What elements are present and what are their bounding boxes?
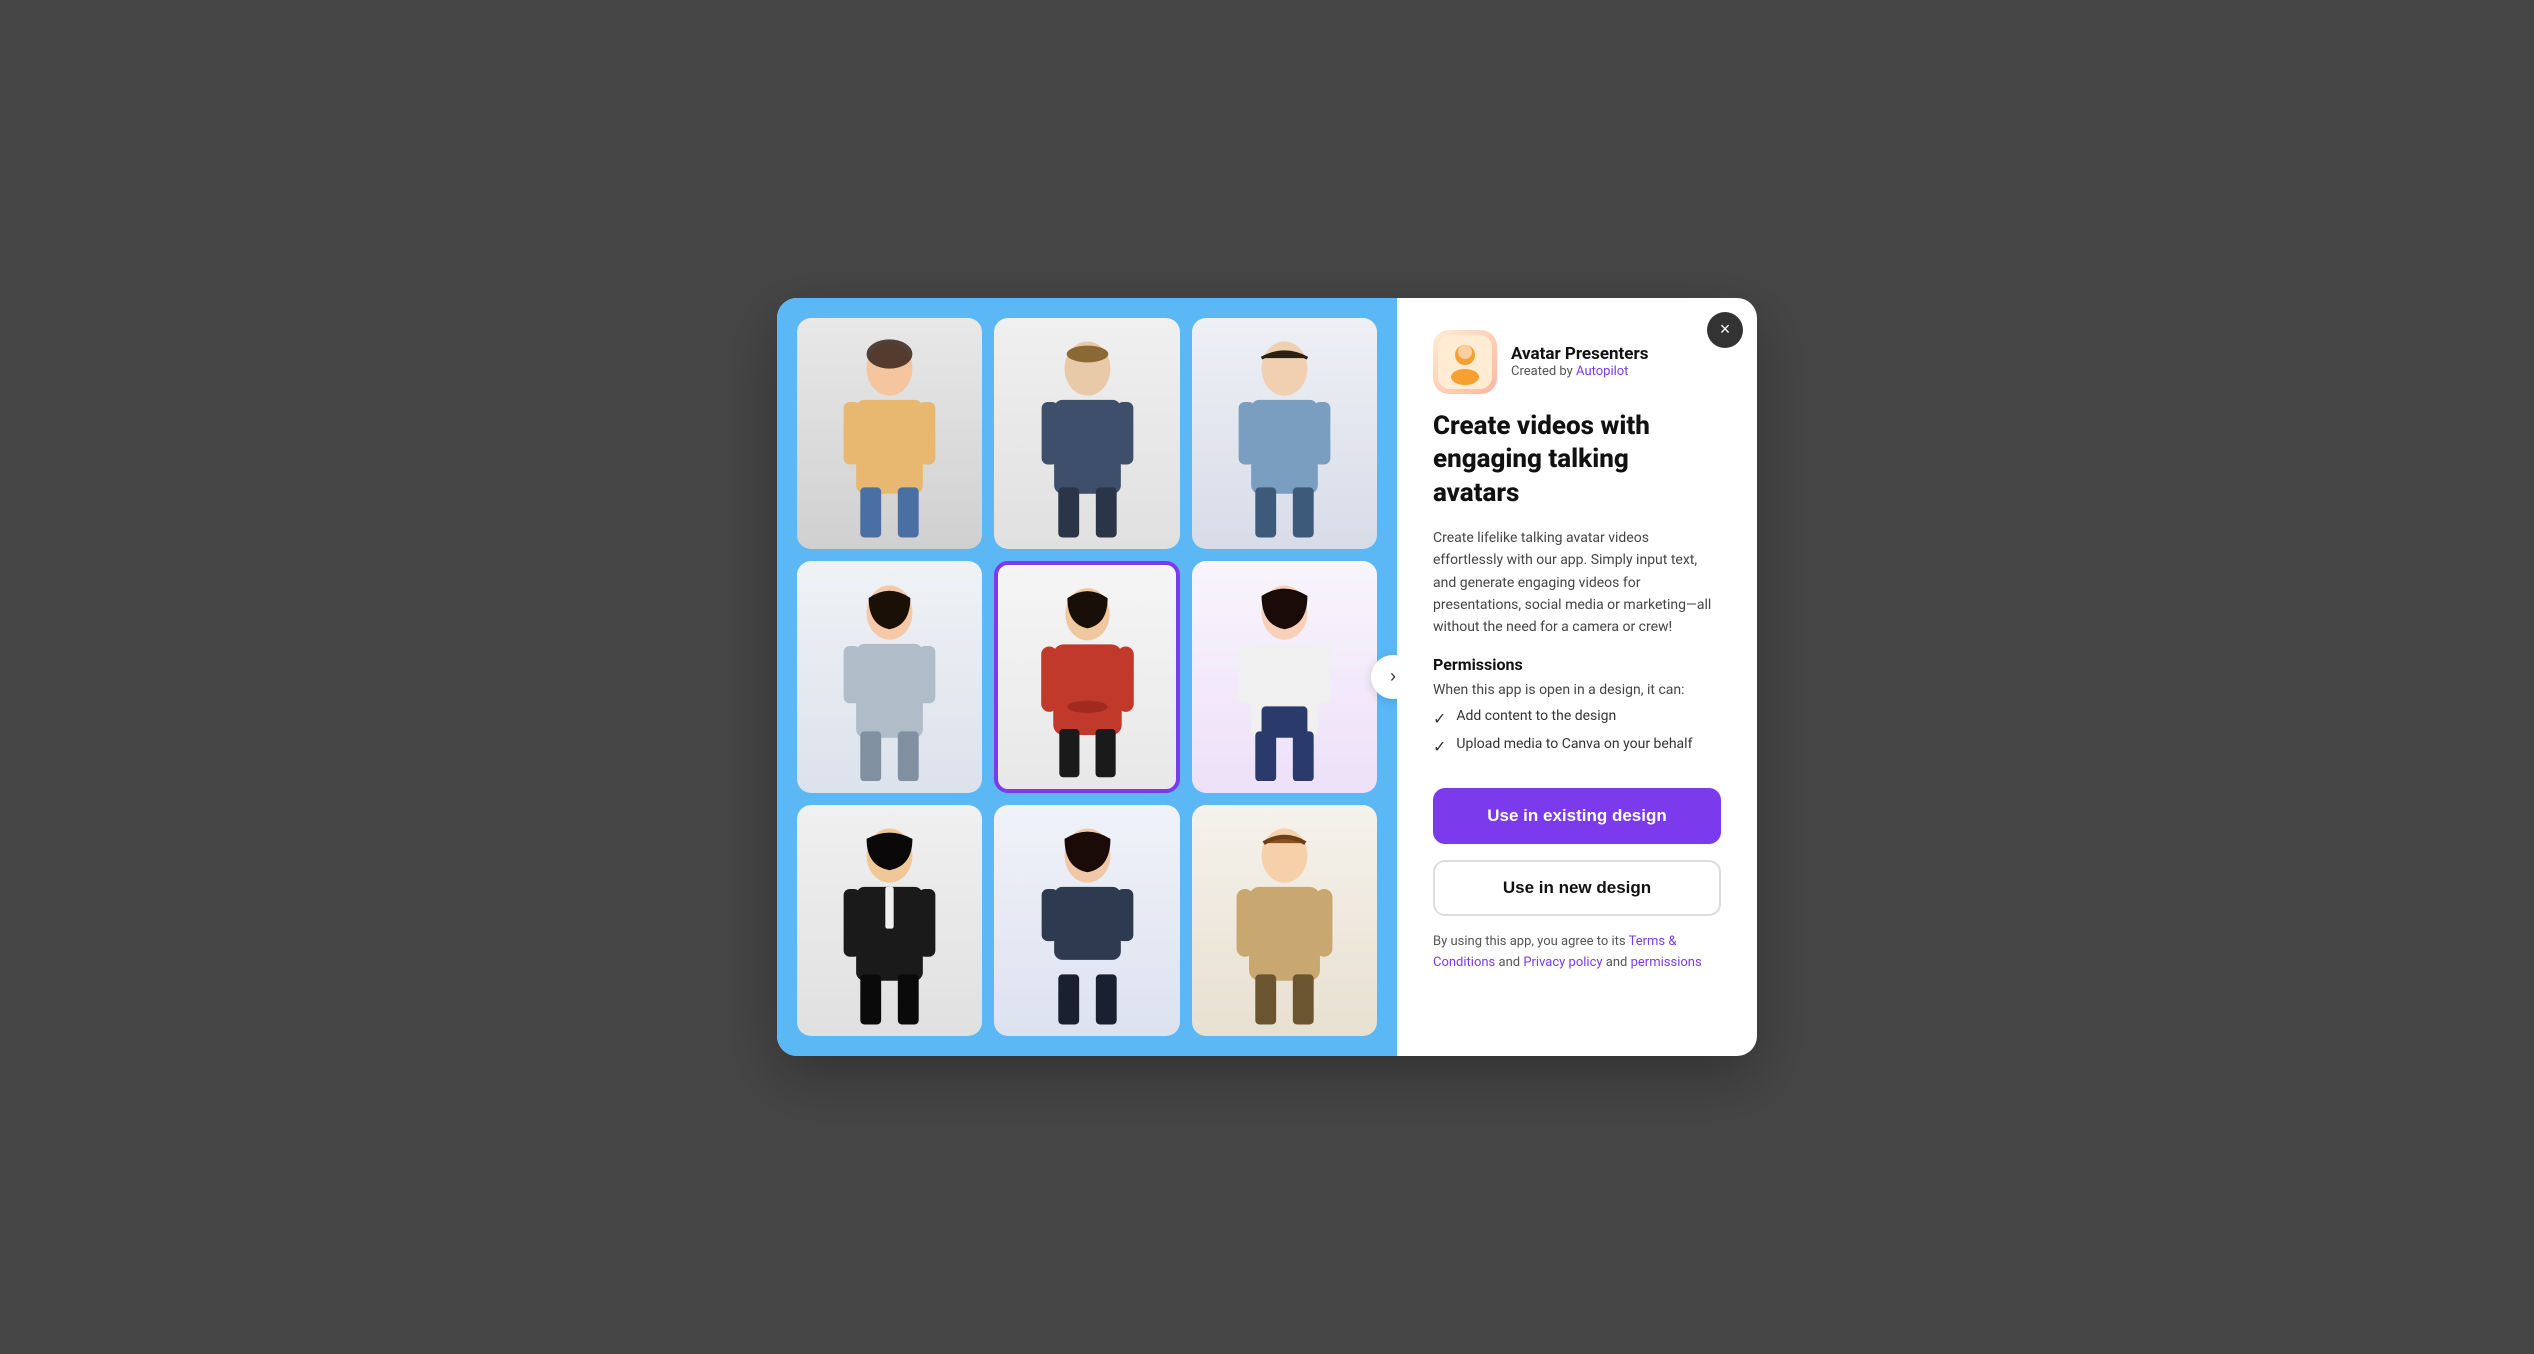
avatar-card-7[interactable] — [797, 805, 982, 1037]
check-icon-1: ✓ — [1433, 709, 1446, 728]
description: Create lifelike talking avatar videos ef… — [1433, 527, 1721, 639]
avatar-card-1[interactable] — [797, 318, 982, 550]
permissions-section: Permissions When this app is open in a d… — [1433, 655, 1721, 764]
avatar-grid: › — [777, 298, 1397, 1057]
app-info: Avatar Presenters Created by Autopilot — [1511, 344, 1648, 379]
modal-overlay: × — [0, 0, 2534, 1354]
avatar-card-6[interactable] — [1192, 561, 1377, 793]
permission-item-2: ✓ Upload media to Canva on your behalf — [1433, 736, 1721, 756]
avatar-card-4[interactable] — [797, 561, 982, 793]
permissions-intro: When this app is open in a design, it ca… — [1433, 682, 1721, 698]
permissions-link[interactable]: permissions — [1631, 955, 1702, 970]
created-by: Created by Autopilot — [1511, 364, 1648, 379]
avatar-card-3[interactable] — [1192, 318, 1377, 550]
permission-label-2: Upload media to Canva on your behalf — [1456, 736, 1692, 752]
avatar-card-8[interactable] — [994, 805, 1179, 1037]
permission-label-1: Add content to the design — [1456, 708, 1616, 724]
permission-item-1: ✓ Add content to the design — [1433, 708, 1721, 728]
avatar-card-2[interactable] — [994, 318, 1179, 550]
use-existing-button[interactable]: Use in existing design — [1433, 788, 1721, 844]
avatar-card-9[interactable] — [1192, 805, 1377, 1037]
app-icon — [1433, 330, 1497, 394]
privacy-link[interactable]: Privacy policy — [1523, 955, 1602, 970]
right-panel: Avatar Presenters Created by Autopilot C… — [1397, 298, 1757, 1057]
close-button[interactable]: × — [1707, 312, 1743, 348]
terms-text: By using this app, you agree to its Term… — [1433, 932, 1721, 974]
avatar-card-5[interactable] — [994, 561, 1179, 793]
main-title: Create videos with engaging talking avat… — [1433, 410, 1721, 511]
app-name: Avatar Presenters — [1511, 344, 1648, 364]
check-icon-2: ✓ — [1433, 737, 1446, 756]
creator-link[interactable]: Autopilot — [1576, 364, 1628, 379]
modal: × — [777, 298, 1757, 1057]
app-header: Avatar Presenters Created by Autopilot — [1433, 330, 1721, 394]
permissions-title: Permissions — [1433, 655, 1721, 674]
use-new-button[interactable]: Use in new design — [1433, 860, 1721, 916]
